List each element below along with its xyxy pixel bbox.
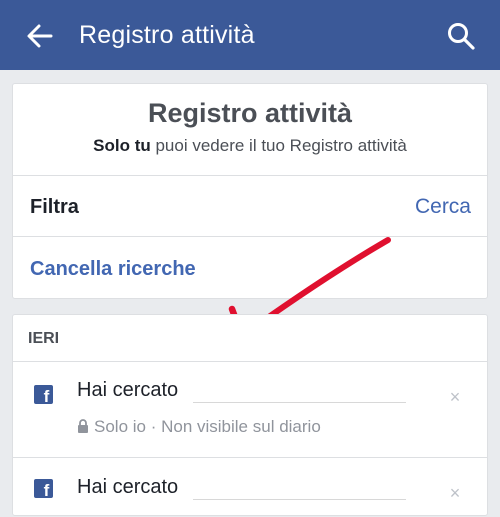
activity-list-card: IERI f Hai cercato × Solo io · Non visib… xyxy=(12,314,488,516)
privacy-text: Solo io · Non visibile sul diario xyxy=(94,417,321,436)
close-icon[interactable]: × xyxy=(447,484,463,502)
lock-icon xyxy=(78,419,88,433)
close-icon[interactable]: × xyxy=(447,388,463,406)
redacted-line xyxy=(193,499,406,500)
search-icon[interactable] xyxy=(446,21,476,51)
privacy-info: Solo io · Non visibile sul diario xyxy=(77,416,321,438)
search-link[interactable]: Cerca xyxy=(415,194,471,220)
page-subtitle: Solo tu puoi vedere il tuo Registro atti… xyxy=(13,135,487,157)
subtitle-text: puoi vedere il tuo Registro attività xyxy=(150,136,407,155)
back-arrow-icon[interactable] xyxy=(26,22,54,50)
activity-log-header-card: Registro attività Solo tu puoi vedere il… xyxy=(12,83,488,342)
activity-title: Hai cercato xyxy=(77,476,179,498)
app-bar: Registro attività xyxy=(0,0,500,70)
list-item[interactable]: f Hai cercato × xyxy=(13,457,487,517)
facebook-icon: f xyxy=(34,479,53,498)
redacted-line xyxy=(193,402,406,403)
app-bar-title: Registro attività xyxy=(79,21,255,49)
list-item[interactable]: f Hai cercato × Solo io · Non visibile s… xyxy=(13,361,487,457)
activity-title: Hai cercato xyxy=(77,379,179,401)
section-title-yesterday: IERI xyxy=(28,330,60,347)
clear-searches-link[interactable]: Cancella ricerche xyxy=(30,256,196,282)
divider xyxy=(13,175,487,176)
facebook-icon: f xyxy=(34,385,53,404)
filter-label[interactable]: Filtra xyxy=(30,194,79,220)
subtitle-emphasis: Solo tu xyxy=(93,136,151,155)
page-title: Registro attività xyxy=(147,98,353,128)
